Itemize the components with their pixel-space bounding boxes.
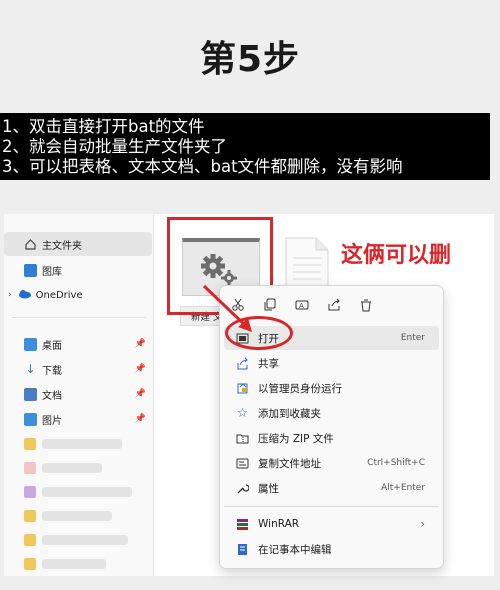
steps-box: 1、双击直接打开bat的文件 2、就会自动批量生产文件夹了 3、可以把表格、文本… [0,113,490,180]
arrow-annotation [202,284,252,332]
file-explorer-window: 主文件夹 图库 › OneDrive 桌面 📌 ↓ 下载 📌 文档 📌 图片 📌… [4,214,494,576]
step-line-2: 2、就会自动批量生产文件夹了 [2,137,227,156]
page-title: 第5步 [199,39,301,80]
step-line-3: 3、可以把表格、文本文档、bat文件都删除，没有影响 [2,157,403,176]
step-line-1: 1、双击直接打开bat的文件 [2,117,205,136]
